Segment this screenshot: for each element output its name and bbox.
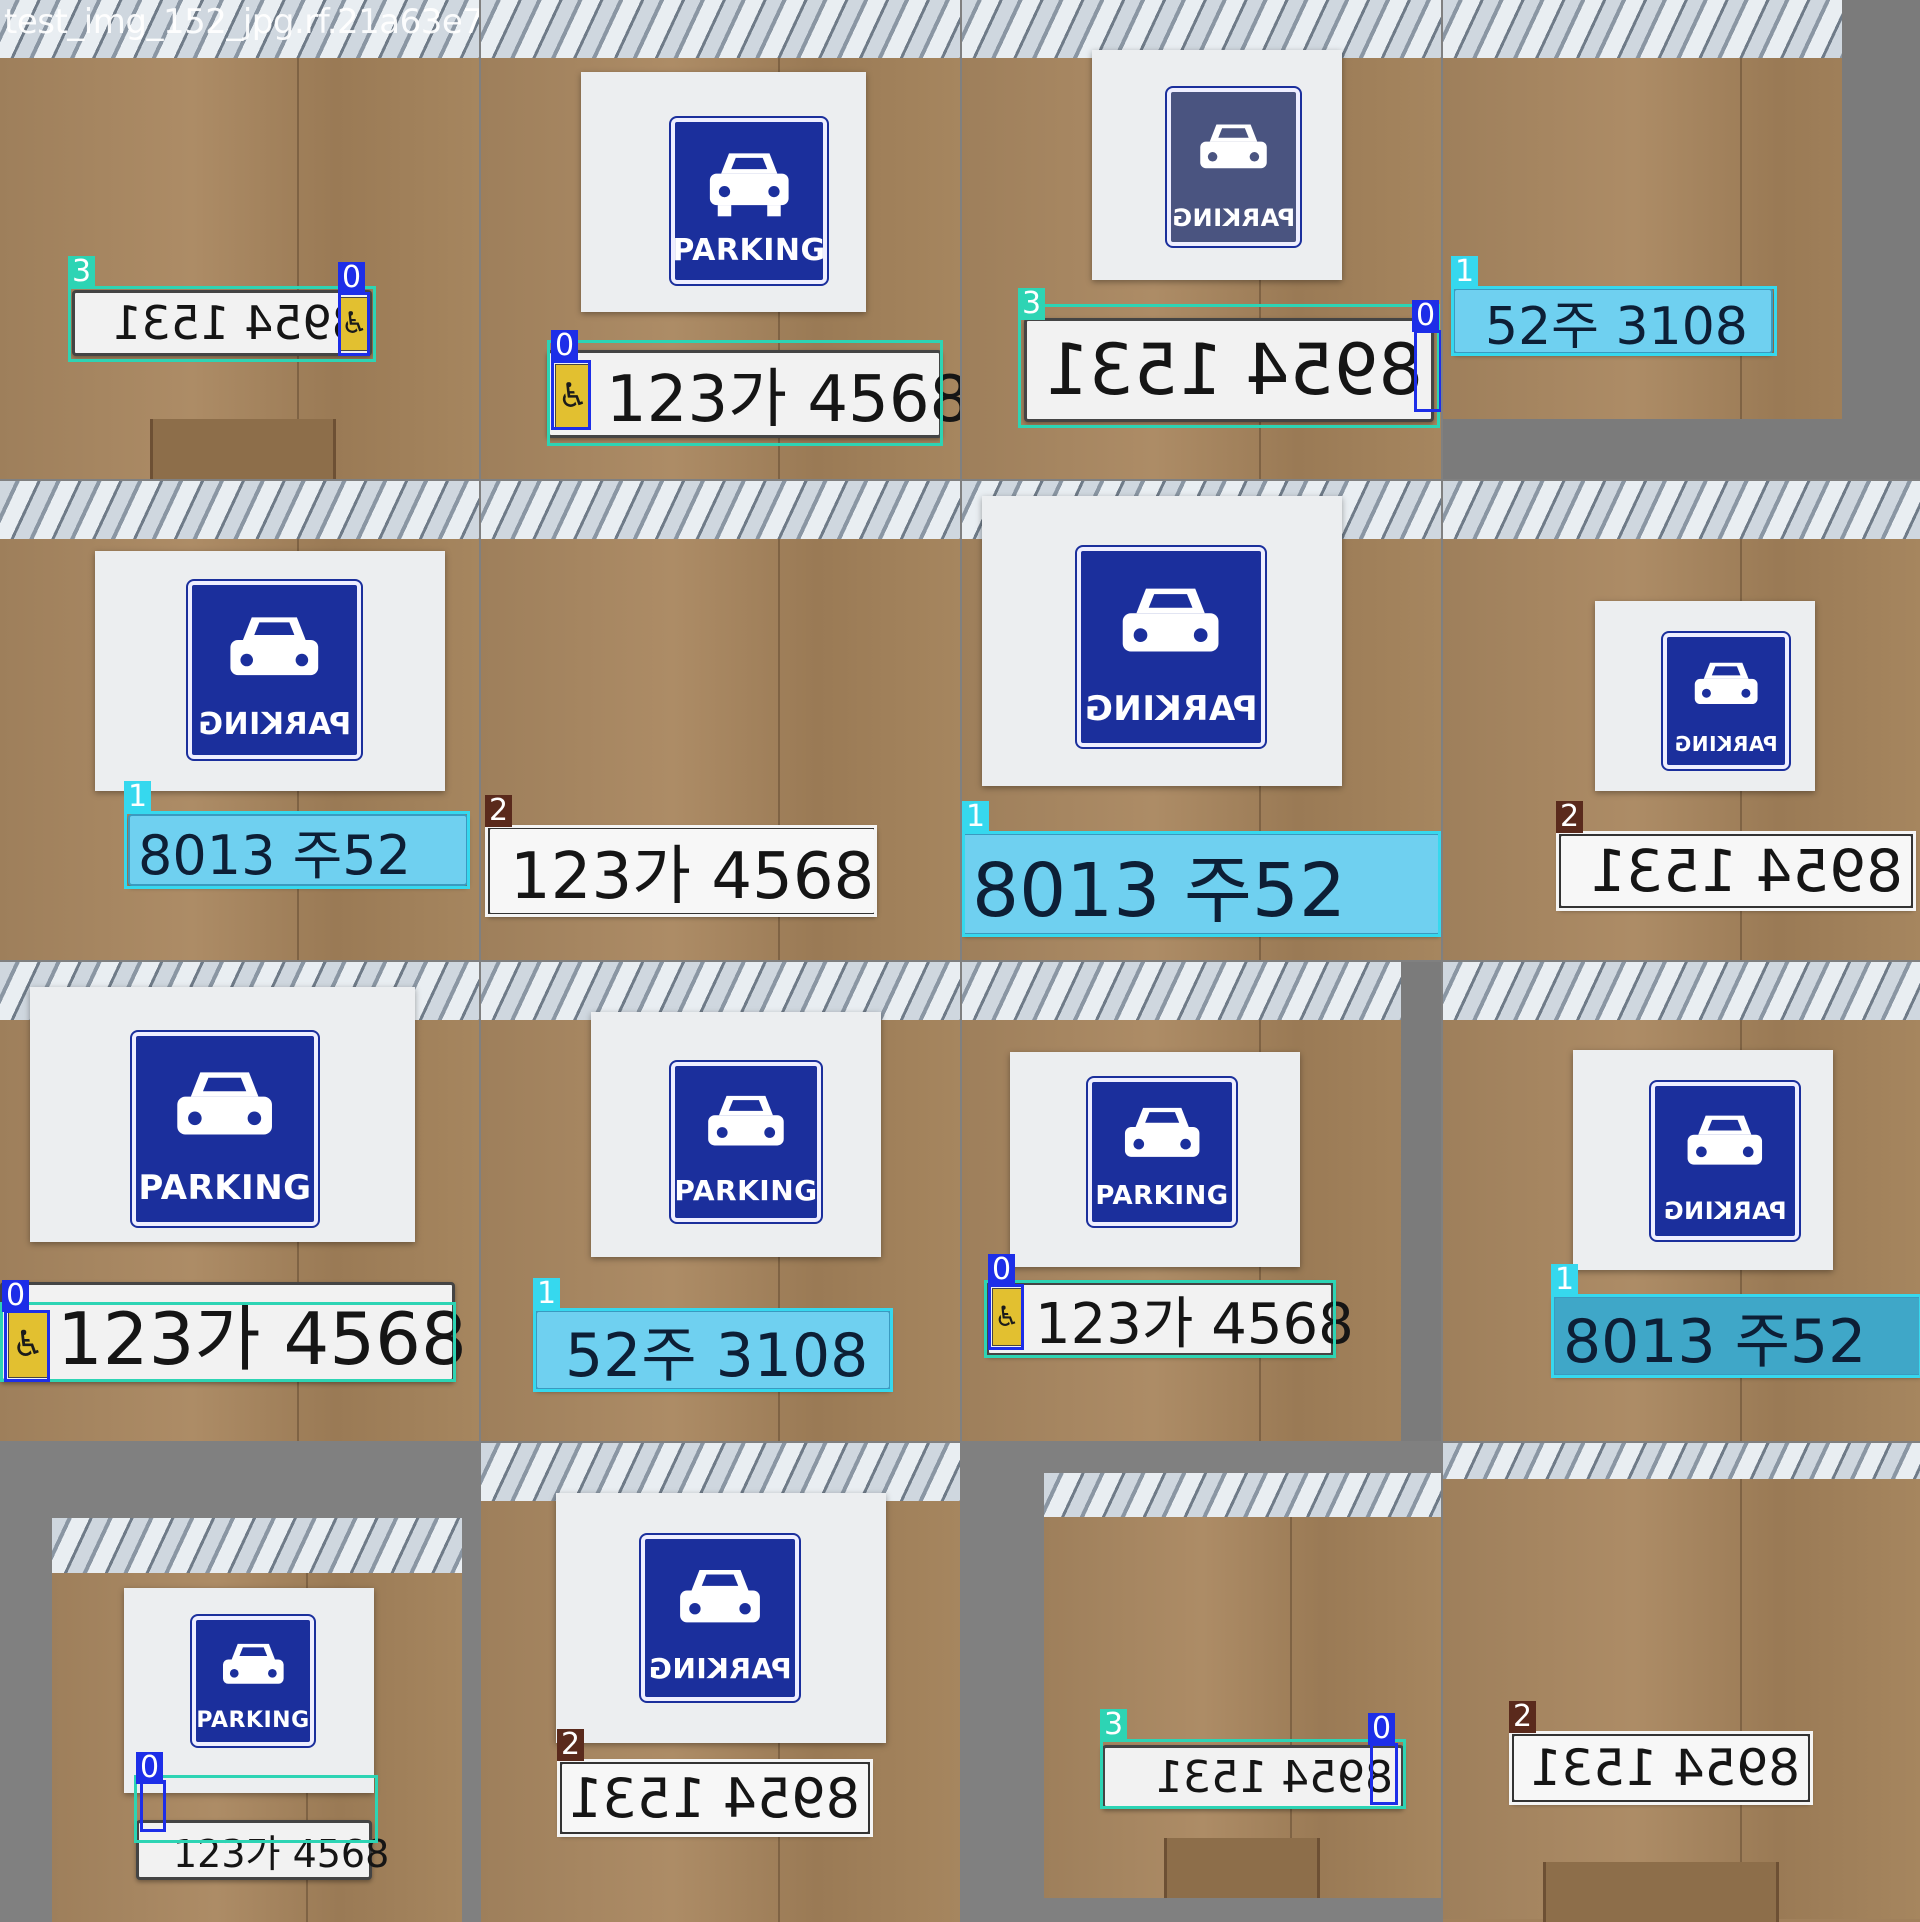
wheelchair-icon: ♿ (8, 1312, 48, 1378)
tile-1: PARKING 123가 4568 ♿ 0 (481, 0, 960, 479)
detection-label: 0 (338, 262, 366, 294)
sign-text: PARKING (1084, 688, 1258, 729)
detection-label: 2 (557, 1729, 585, 1761)
tile-15: 8954 1531 2 (1443, 1443, 1920, 1922)
tile-12: PARKING 123가 4568 0 (0, 1443, 479, 1922)
car-icon (709, 153, 789, 217)
sign-text: PARKING (672, 233, 826, 269)
car-icon (680, 1569, 760, 1623)
tile-5: 123가 4568 2 (481, 481, 960, 960)
detection-label: 3 (68, 256, 96, 288)
car-icon (1200, 124, 1267, 169)
car-icon (1123, 588, 1219, 652)
sign-text: PARKING (1674, 731, 1778, 756)
detection-label: 0 (2, 1280, 30, 1312)
tile-6: PARKING 8013 주52 1 (962, 481, 1441, 960)
license-plate: 8013 주52 (1553, 1296, 1920, 1377)
car-icon (222, 1644, 284, 1684)
detection-label: 1 (1551, 1264, 1579, 1296)
license-plate: 8954 1531 (1511, 1733, 1811, 1803)
license-plate: 123가 4568 (0, 1282, 467, 1382)
license-plate: 52주 3108 (1453, 288, 1773, 357)
detection-label: 2 (1509, 1701, 1537, 1733)
tile-8: PARKING 123가 4568 ♿ 0 (0, 962, 479, 1441)
tile-13: PARKING 8954 1531 2 (481, 1443, 960, 1922)
parking-sign: PARKING (1088, 1078, 1236, 1226)
tile-4: PARKING 8013 주52 1 (0, 481, 479, 960)
detection-label: 1 (962, 801, 990, 833)
tile-0: test_img_152_jpg.rf.21a63e7ea5cbe12046 8… (0, 0, 479, 479)
license-plate: 52주 3108 (535, 1310, 891, 1391)
parking-sign: PARKING (192, 1616, 314, 1746)
license-plate: 8013 주52 (128, 814, 468, 887)
license-plate: 8954 1531 (1558, 833, 1914, 909)
license-plate: 123가 4568 (547, 350, 960, 438)
license-plate: 8954 1531 (72, 290, 372, 356)
tile-2: PARKING 8954 1531 3 0 (962, 0, 1441, 479)
tile-11: PARKING 8013 주52 1 (1443, 962, 1920, 1441)
wheelchair-icon: ♿ (555, 364, 591, 428)
sign-text: PARKING (197, 706, 352, 742)
license-plate: 8954 1531 (1024, 318, 1434, 422)
tile-10: PARKING 123가 4568 ♿ 0 (962, 962, 1441, 1441)
detection-label: 0 (1368, 1713, 1396, 1745)
tile-7: PARKING 8954 1531 2 (1443, 481, 1920, 960)
tile-caption: test_img_152_jpg.rf.21a63e7ea5cbe12046 (4, 2, 479, 42)
sign-text: PARKING (1095, 1180, 1229, 1211)
detection-label: 1 (1451, 256, 1479, 288)
detection-label: 1 (124, 781, 152, 813)
license-plate: 8954 1531 (1102, 1745, 1404, 1809)
detection-label: 0 (988, 1254, 1016, 1286)
sign-text: PARKING (138, 1167, 312, 1208)
parking-sign: PARKING (641, 1535, 799, 1701)
detection-label: 2 (1556, 801, 1584, 833)
detection-label: 1 (533, 1278, 561, 1310)
detection-label: 3 (1018, 288, 1046, 320)
sign-text: PARKING (196, 1707, 310, 1733)
parking-sign: PARKING (1663, 633, 1789, 769)
license-plate: 8954 1531 (559, 1761, 871, 1835)
detection-label: 0 (136, 1752, 164, 1784)
parking-sign: PARKING (671, 118, 827, 284)
sign-text: PARKING (674, 1173, 818, 1207)
license-plate: 8013 주52 (962, 833, 1441, 935)
wheelchair-icon: ♿ (992, 1288, 1022, 1346)
license-plate: 123가 4568 (986, 1282, 1354, 1357)
detection-label: 0 (1412, 300, 1440, 332)
parking-sign: PARKING (1651, 1082, 1799, 1240)
parking-sign: PARKING (671, 1062, 821, 1222)
detection-label: 2 (485, 795, 513, 827)
sign-text: PARKING (1171, 204, 1296, 232)
sign-text: PARKING (1663, 1196, 1787, 1225)
tile-14: 8954 1531 3 0 (962, 1443, 1441, 1922)
parking-sign: PARKING (1077, 547, 1265, 747)
parking-sign: PARKING (188, 581, 361, 759)
car-icon (1694, 662, 1758, 704)
car-icon (1124, 1107, 1200, 1157)
tile-3: 52주 3108 1 (1443, 0, 1920, 479)
detection-label: 3 (1100, 1709, 1128, 1741)
detection-label: 0 (551, 330, 579, 362)
car-icon (230, 617, 319, 676)
car-icon (1687, 1115, 1763, 1165)
parking-sign: PARKING (1167, 88, 1300, 246)
tile-9: PARKING 52주 3108 1 (481, 962, 960, 1441)
license-plate: 123가 4568 (487, 826, 877, 916)
car-icon (708, 1096, 784, 1146)
license-plate: 123가 4568 (136, 1820, 389, 1880)
car-icon (177, 1071, 273, 1135)
image-grid: test_img_152_jpg.rf.21a63e7ea5cbe12046 8… (0, 0, 1920, 1922)
sign-text: PARKING (648, 1652, 792, 1685)
parking-sign: PARKING (132, 1032, 318, 1226)
wheelchair-icon: ♿ (340, 297, 368, 351)
